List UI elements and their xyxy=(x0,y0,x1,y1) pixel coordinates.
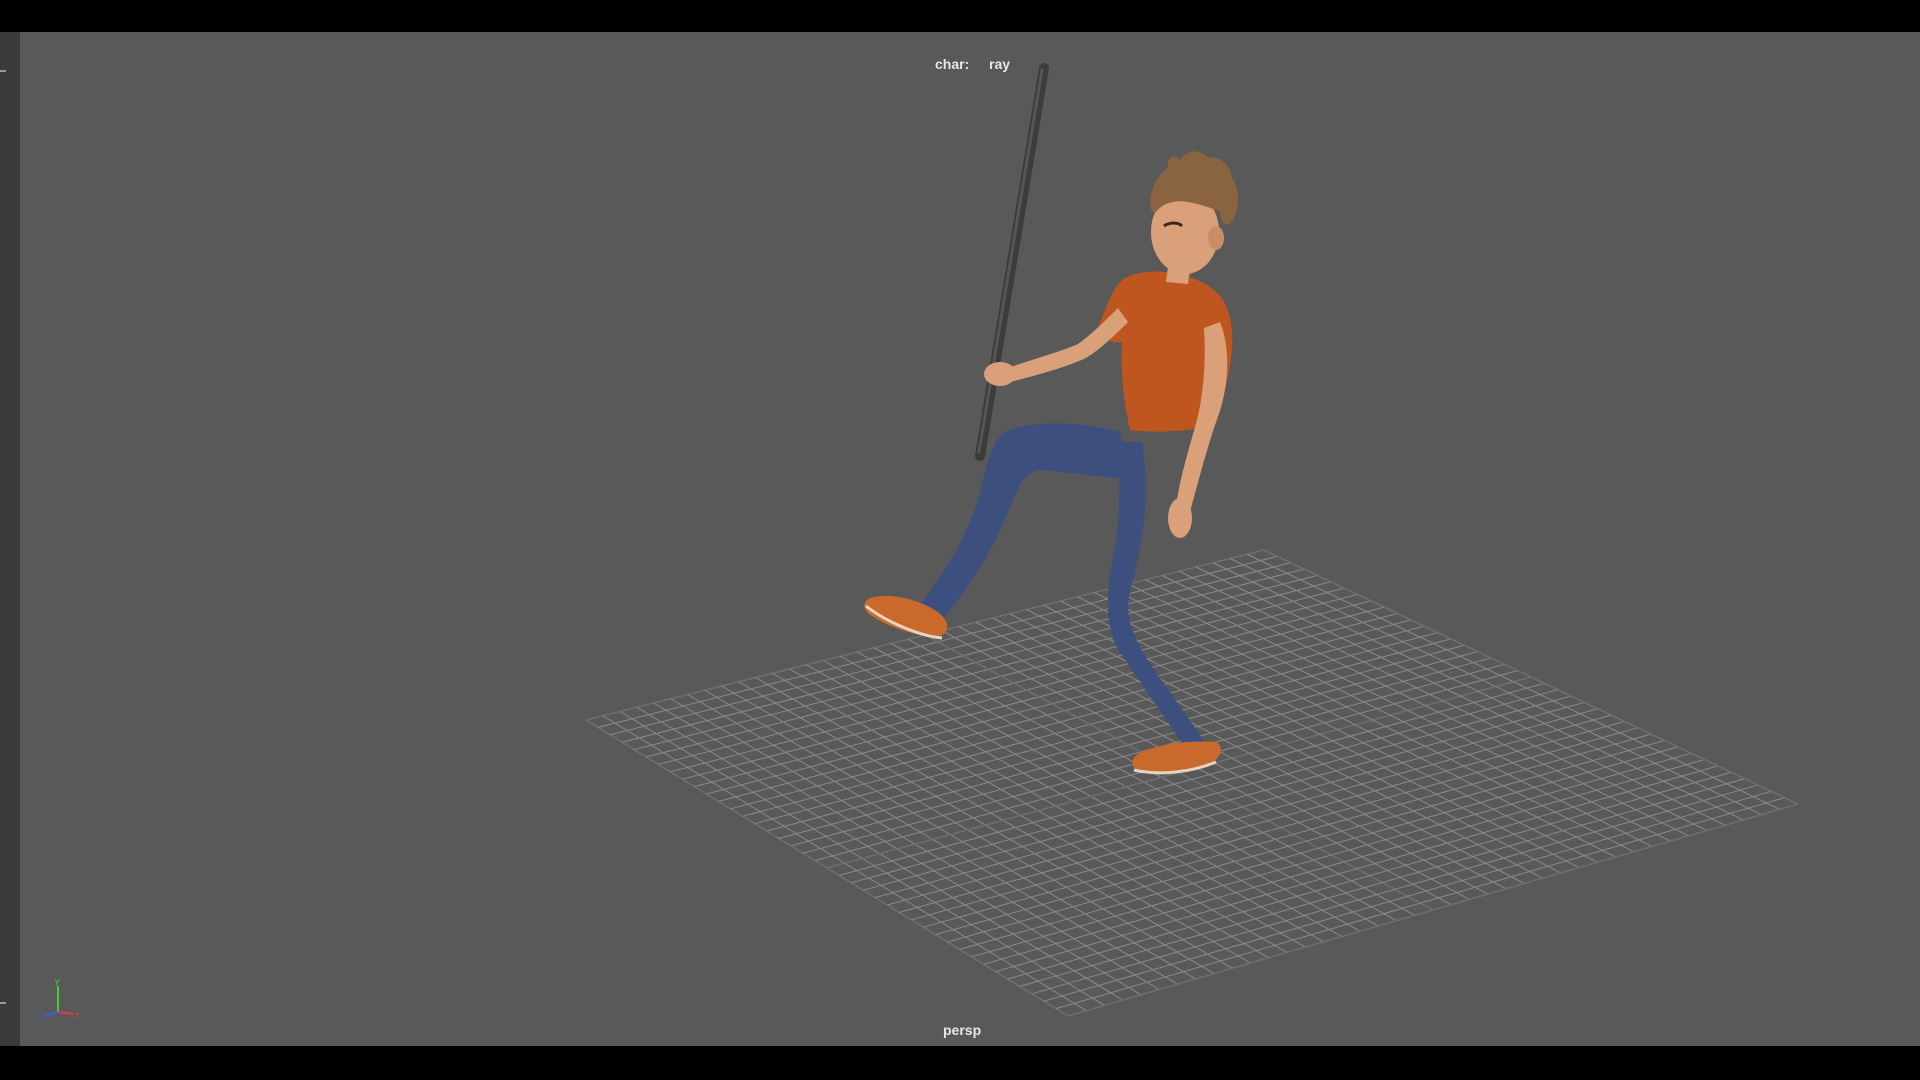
ground-grid xyxy=(585,549,1799,1017)
toolbox-tick xyxy=(0,70,6,72)
character-arm-left xyxy=(1008,308,1128,382)
axis-y-label: y xyxy=(55,976,60,986)
character-hand-right xyxy=(1168,498,1192,538)
axis-x-line xyxy=(57,1011,75,1015)
view-axis-icon: y x z xyxy=(36,976,80,1022)
hud-character-label: char: xyxy=(935,56,970,72)
perspective-viewport[interactable]: char: ray persp y x z xyxy=(20,32,1920,1046)
character-ear xyxy=(1208,226,1224,250)
hud-character-name: ray xyxy=(989,56,1011,72)
staff-pole-highlight xyxy=(977,68,1044,454)
character-leg-front xyxy=(920,423,1130,620)
axis-x-label: x xyxy=(75,1010,80,1020)
hud-camera-name: persp xyxy=(943,1022,982,1038)
grid-line xyxy=(1195,566,1726,826)
grid-line xyxy=(1179,570,1707,831)
character-hand-left xyxy=(984,362,1016,386)
character-shoe-back xyxy=(1132,741,1221,774)
viewport-scene[interactable] xyxy=(20,32,1920,1046)
grid-line xyxy=(1007,771,1732,980)
toolbox-edge[interactable] xyxy=(0,32,21,1046)
axis-z-line xyxy=(43,1011,59,1017)
character-ray[interactable] xyxy=(864,151,1238,775)
staff-pole[interactable] xyxy=(975,63,1049,461)
axis-z-label: z xyxy=(36,1012,41,1022)
grid-line xyxy=(995,765,1719,973)
toolbox-tick xyxy=(0,1002,6,1004)
maya-window: char: ray persp y x z xyxy=(0,0,1920,1080)
